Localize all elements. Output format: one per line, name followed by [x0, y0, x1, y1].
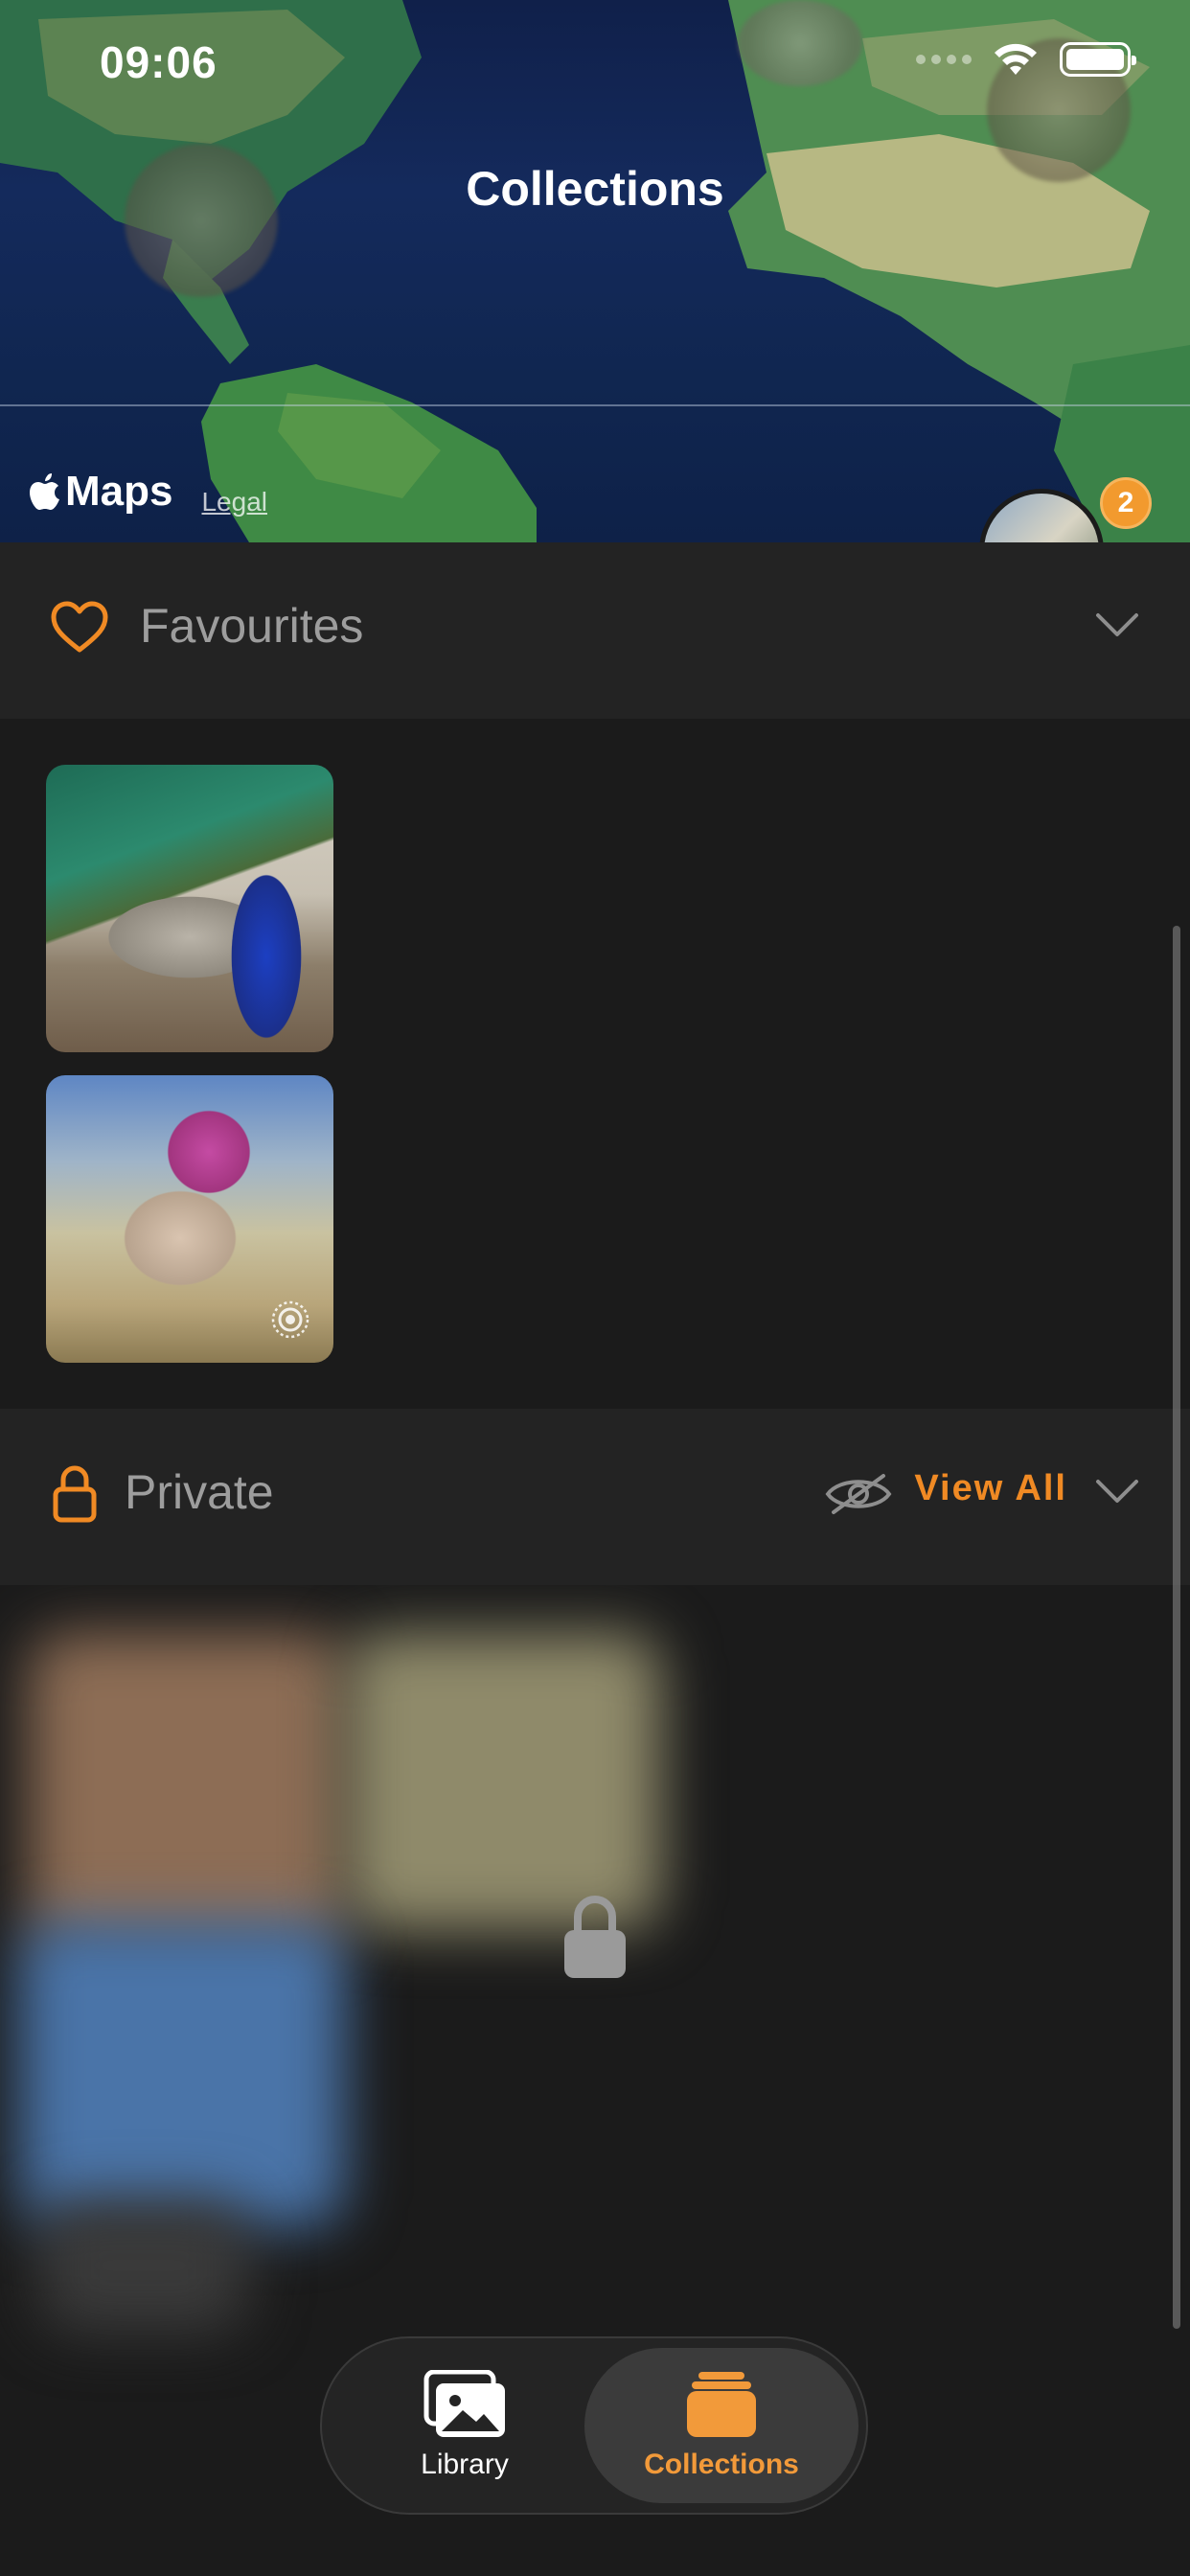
private-lock-icon	[564, 1896, 626, 1978]
photo-thumbnail-thistle[interactable]	[46, 1075, 333, 1363]
cellular-signal-icon	[916, 55, 972, 64]
heart-icon	[51, 601, 108, 653]
blurred-photo	[38, 2198, 249, 2333]
map-view[interactable]: 09:06 Collections Maps Legal 2	[0, 0, 1190, 542]
page-title: Collections	[466, 162, 724, 216]
tab-library[interactable]: Library	[335, 2348, 594, 2503]
favourites-header[interactable]: Favourites	[0, 542, 1190, 719]
hidden-eye-icon[interactable]	[824, 1470, 893, 1518]
status-icons	[916, 42, 1136, 77]
private-header[interactable]: Private View All	[0, 1409, 1190, 1585]
scroll-indicator[interactable]	[1173, 926, 1180, 2329]
legal-link[interactable]: Legal	[201, 487, 267, 518]
photos-icon	[423, 2370, 505, 2437]
tab-collections-label: Collections	[644, 2449, 799, 2480]
tab-library-label: Library	[421, 2449, 509, 2480]
apple-logo-icon	[30, 473, 59, 510]
tab-bar: Library Collections	[320, 2336, 868, 2515]
map-photo-pin[interactable]	[738, 0, 862, 86]
maps-brand-label: Maps	[65, 468, 173, 515]
maps-attribution: Maps Legal	[29, 468, 267, 518]
private-title: Private	[125, 1465, 274, 1519]
equator-line	[0, 404, 1190, 406]
view-all-button[interactable]: View All	[914, 1468, 1067, 1509]
chevron-down-icon[interactable]	[1094, 1476, 1140, 1505]
collections-icon	[687, 2372, 756, 2437]
collections-screen: 09:06 Collections Maps Legal 2 Favourite…	[0, 0, 1190, 2576]
wifi-icon	[995, 43, 1037, 75]
photo-thumbnail-peacock[interactable]	[46, 765, 333, 1052]
blurred-photo	[345, 1633, 661, 1930]
favourites-grid	[0, 719, 1190, 1409]
battery-icon	[1060, 42, 1136, 77]
blurred-photo	[19, 1920, 345, 2227]
favourites-title: Favourites	[140, 599, 364, 653]
live-photo-icon	[271, 1300, 309, 1339]
cluster-count-badge: 2	[1100, 477, 1152, 529]
maps-logo: Maps	[29, 468, 172, 516]
status-time: 09:06	[100, 37, 217, 87]
lock-icon	[53, 1465, 97, 1523]
blurred-photo	[29, 1633, 345, 1949]
tab-collections[interactable]: Collections	[584, 2348, 858, 2503]
chevron-down-icon[interactable]	[1094, 610, 1140, 638]
